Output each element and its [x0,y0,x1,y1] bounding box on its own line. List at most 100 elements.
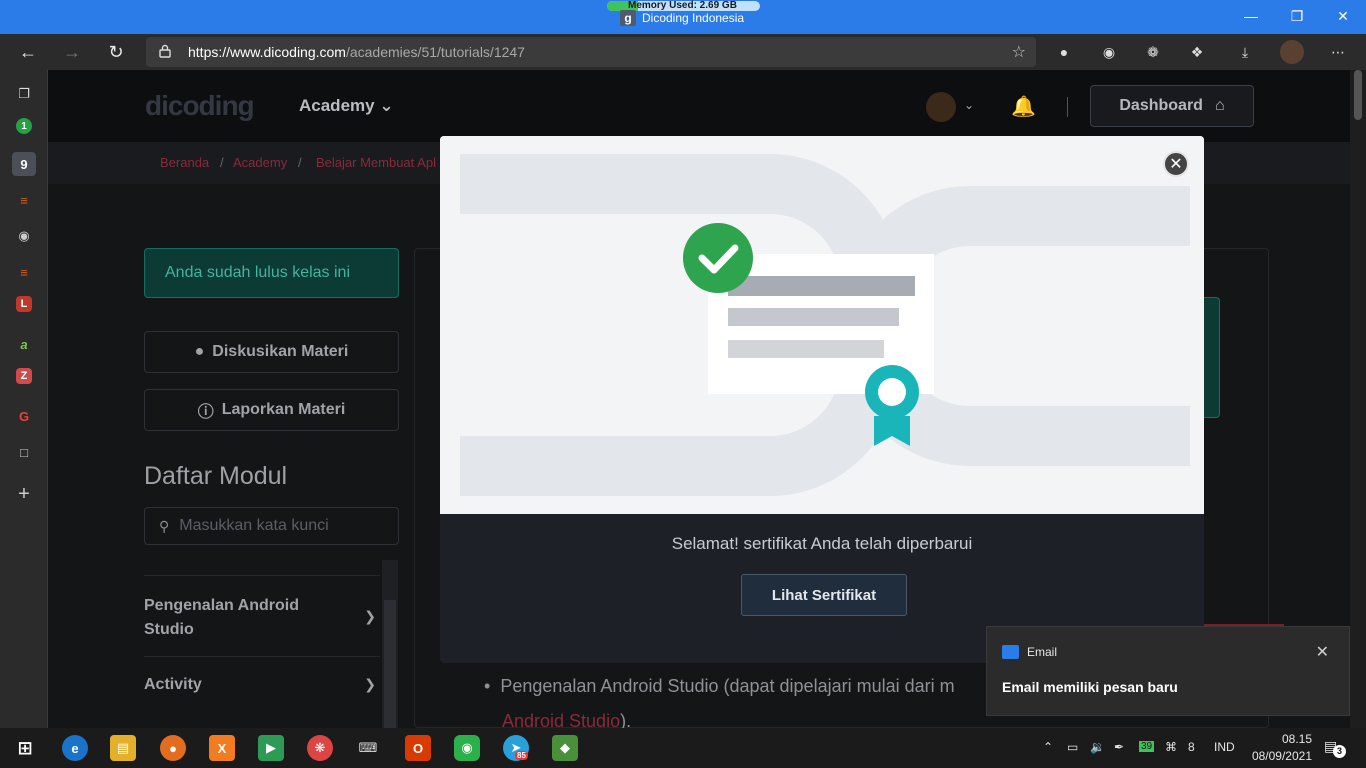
content-bullet: • Pengenalan Android Studio (dapat dipel… [484,676,955,696]
email-notification-toast[interactable]: Email ✕ Email memiliki pesan baru [986,626,1350,716]
back-button[interactable]: ← [14,38,42,66]
toast-app-name: Email [1027,645,1058,659]
extension-icon-3[interactable]: ❁ [1141,40,1165,64]
office-icon[interactable]: O [405,735,431,761]
toast-close-button[interactable]: ✕ [1316,642,1329,662]
more-menu-icon[interactable]: ⋯ [1326,40,1350,64]
info-icon: ⓘ [197,404,214,421]
modal-close-button[interactable]: ✕ [1163,151,1189,177]
minimize-button[interactable]: — [1228,0,1274,32]
breadcrumb-course[interactable]: Belajar Membuat Apl [316,155,436,170]
favorites-star-icon[interactable]: ☆ [1012,42,1026,62]
chevron-down-icon: ❯ [364,608,376,624]
restore-button[interactable]: ❐ [1274,0,1320,32]
reload-button[interactable]: ↻ [102,38,130,66]
check-circle-icon [683,223,753,293]
chevron-down-icon: ❯ [364,676,376,692]
user-avatar[interactable] [926,92,956,122]
language-indicator[interactable]: IND [1214,740,1235,754]
site-header: dicoding Academy ⌄ ⌄ 🔔 Dashboard ⌂ [48,70,1350,142]
toast-message: Email memiliki pesan baru [1002,679,1178,695]
url-text[interactable]: https://www.dicoding.com/academies/51/tu… [188,44,525,60]
favicon-icon: g [620,10,636,26]
stackoverflow-tab-icon[interactable]: ≡ [12,188,36,212]
system-clock[interactable]: 08.15 08/09/2021 [1246,731,1312,765]
close-window-button[interactable]: ✕ [1320,0,1366,32]
git-tool-icon[interactable]: ◆ [552,735,578,761]
media-player-icon[interactable]: ◉ [454,735,480,761]
notification-bell-icon[interactable]: 🔔 [1011,94,1036,119]
search-input[interactable] [179,517,380,535]
breadcrumb-home[interactable]: Beranda [160,155,209,170]
android-tab-icon[interactable]: a [12,332,36,356]
vertical-tab-strip: ❐ 1 9 ≡ ◉ ≡ L a Z G □ + [0,70,48,728]
forward-button[interactable]: → [58,38,86,66]
keyboard-icon[interactable]: ⌨ [355,735,381,761]
profile-avatar[interactable] [1280,40,1304,64]
view-certificate-button[interactable]: Lihat Sertifikat [741,574,907,616]
meet-icon[interactable]: ▶ [258,735,284,761]
address-bar[interactable]: https://www.dicoding.com/academies/51/tu… [146,37,1036,67]
dicoding-tab-icon[interactable]: 9 [12,152,36,176]
passed-class-banner: Anda sudah lulus kelas ini [144,248,399,298]
page-scrollbar[interactable] [1350,70,1366,728]
extensions-puzzle-icon[interactable]: ❖ [1185,40,1209,64]
header-divider [1067,97,1068,117]
search-icon: ⚲ [159,517,170,534]
battery-icon[interactable]: ▭ [1067,740,1078,754]
telegram-icon[interactable]: ➤ 85 [503,735,529,761]
tray-chevron-up-icon[interactable]: ⌃ [1043,740,1053,754]
extension-icon-2[interactable]: ◉ [1097,40,1121,64]
window-title: g Dicoding Indonesia [620,10,744,26]
notification-count: 3 [1333,745,1346,758]
breadcrumb-academy[interactable]: Academy [233,155,287,170]
eight-icon[interactable]: 8 [1188,740,1195,754]
whatsapp-tab-icon[interactable]: 1 [16,118,32,134]
downloads-icon[interactable]: ⤓ [1233,40,1257,64]
action-center-icon[interactable]: ▤ 3 [1324,738,1346,758]
tab-actions-icon[interactable]: ❐ [12,82,36,106]
window-title-text: Dicoding Indonesia [642,11,745,25]
modal-message: Selamat! sertifikat Anda telah diperbaru… [671,534,973,553]
browser-toolbar: ← → ↻ https://www.dicoding.com/academies… [0,34,1366,70]
content-link[interactable]: Android Studio). [502,711,631,728]
discuss-button[interactable]: ● Diskusikan Materi [144,331,399,373]
github-tab-icon[interactable]: ◉ [12,224,36,248]
module-list-scrollbar[interactable] [382,560,398,728]
telegram-badge: 85 [515,751,528,760]
mail-icon [1002,645,1019,659]
edge-icon[interactable]: e [62,735,88,761]
dashboard-button[interactable]: Dashboard ⌂ [1090,85,1254,127]
windows-taskbar: ⊞ e ▤ ● X ▶ ❋ ⌨ O ◉ ➤ 85 ◆ ⌃ ▭ 🔉 ✒ 39 ⌘ … [0,728,1366,768]
file-explorer-icon[interactable]: ▤ [110,735,136,761]
l-tab-icon[interactable]: L [16,296,32,312]
home-icon: ⌂ [1214,97,1225,114]
extension-icon-1[interactable]: ● [1052,40,1076,64]
google-tab-icon[interactable]: G [12,404,36,428]
xampp-icon[interactable]: X [209,735,235,761]
new-tab-icon[interactable]: + [12,482,36,506]
certificate-illustration [440,136,1204,514]
volume-icon[interactable]: 🔉 [1090,740,1105,754]
chevron-down-icon[interactable]: ⌄ [964,98,974,112]
z-tab-icon[interactable]: Z [16,368,32,384]
windows-start-icon[interactable]: ⊞ [12,735,38,761]
wifi-icon[interactable]: ⌘ [1165,740,1177,754]
dicoding-logo[interactable]: dicoding [145,90,255,122]
chat-bubble-icon: ● [194,343,205,360]
paint-icon[interactable]: ❋ [307,735,333,761]
chevron-down-icon: ⌄ [379,96,394,115]
certificate-modal: ✕ Selamat! sertifikat Anda telah diperba… [440,136,1204,663]
module-search[interactable]: ⚲ [144,507,399,545]
stackoverflow-tab-icon-2[interactable]: ≡ [12,260,36,284]
module-item-android-studio[interactable]: Pengenalan Android Studio ❯ [144,575,380,657]
battery-level-badge[interactable]: 39 [1139,741,1155,752]
modules-title: Daftar Modul [144,462,288,490]
pen-icon[interactable]: ✒ [1114,740,1124,754]
module-item-activity[interactable]: Activity ❯ [144,656,380,714]
window-titlebar: Memory Used: 2.69 GB g Dicoding Indonesi… [0,0,1366,34]
report-button[interactable]: ⓘ Laporkan Materi [144,389,399,431]
document-tab-icon[interactable]: □ [12,440,36,464]
firefox-icon[interactable]: ● [160,735,186,761]
academy-menu[interactable]: Academy ⌄ [299,96,394,116]
